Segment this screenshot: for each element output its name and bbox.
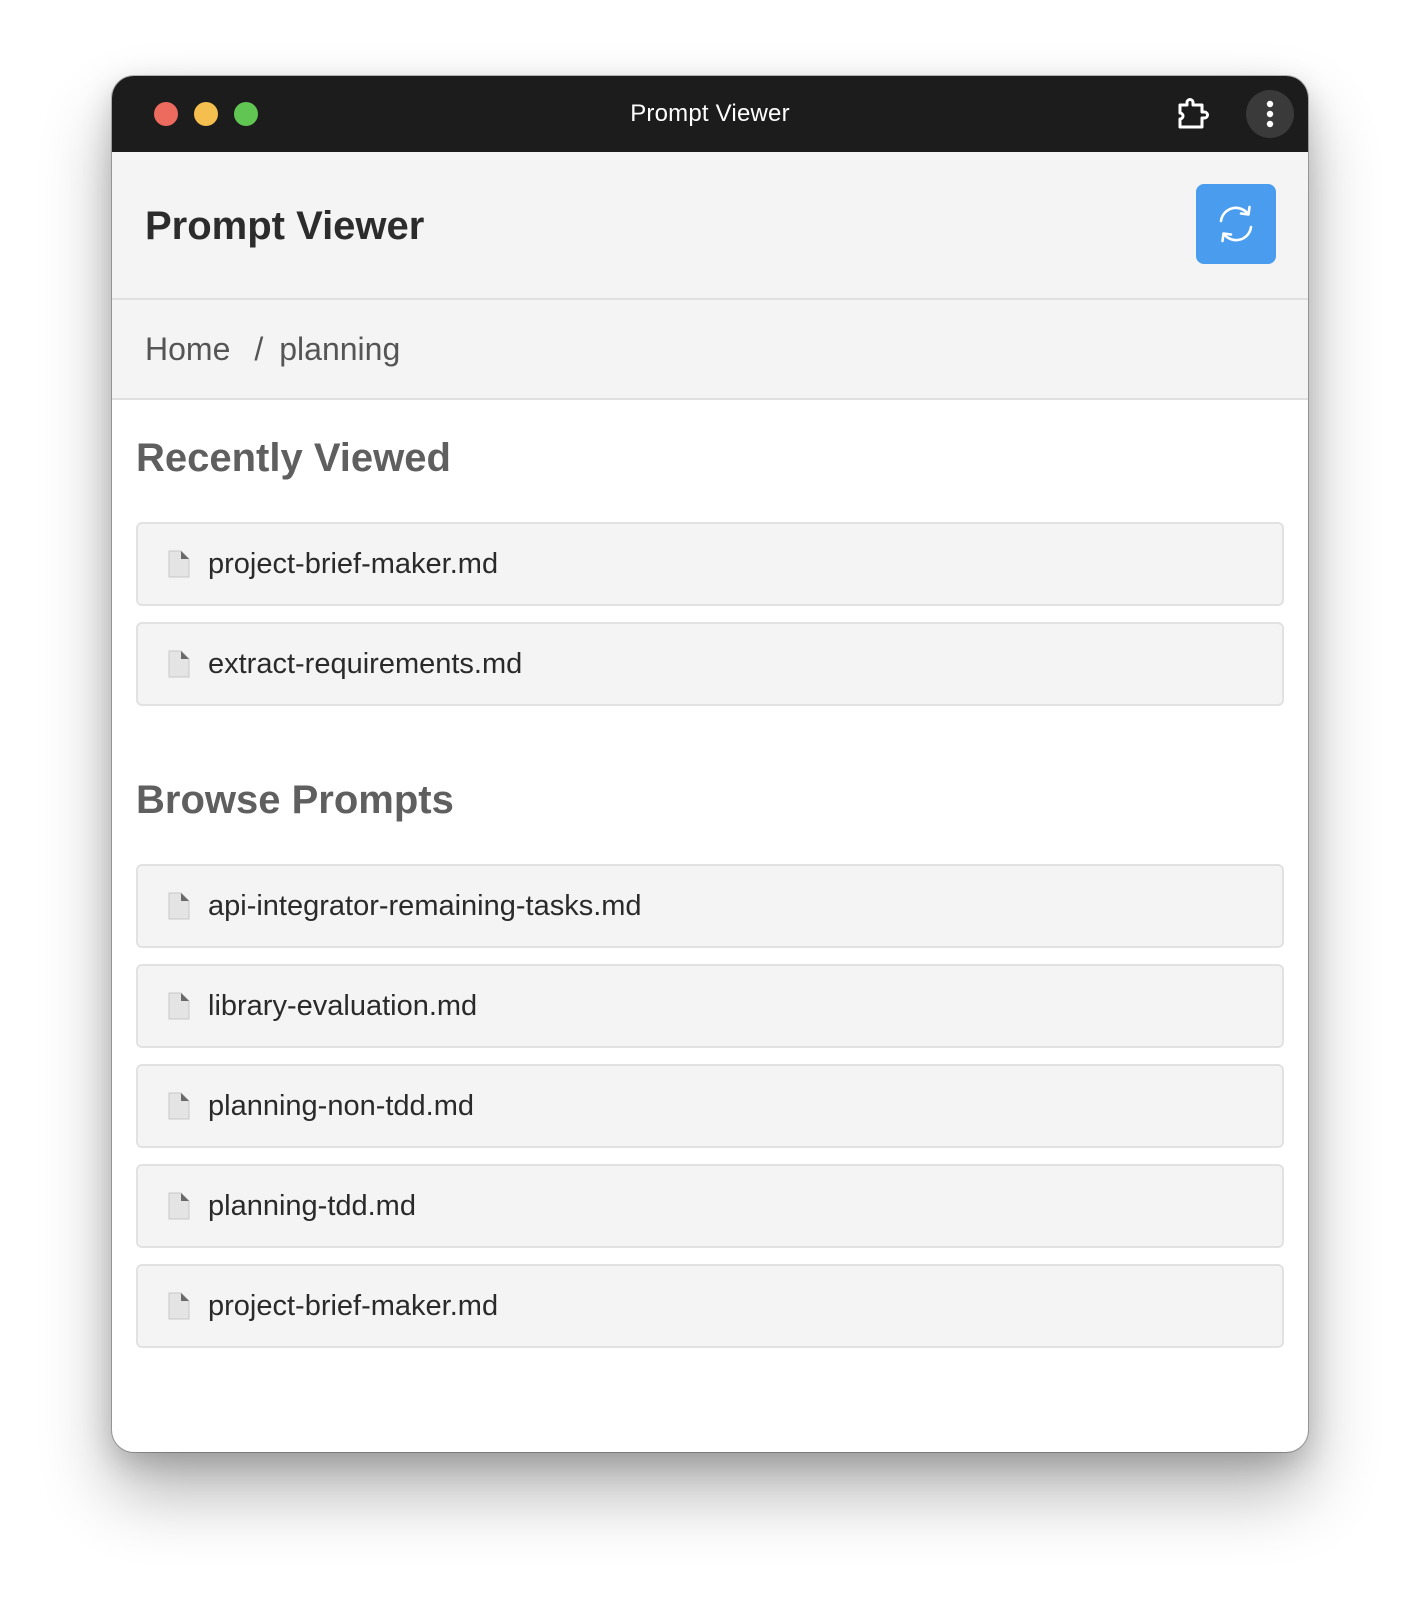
page-title: Prompt Viewer bbox=[145, 204, 425, 248]
file-icon bbox=[166, 649, 192, 679]
app-header: Prompt Viewer bbox=[112, 152, 1308, 300]
title-bar: Prompt Viewer bbox=[112, 76, 1308, 152]
file-icon bbox=[166, 891, 192, 921]
browse-prompts-heading: Browse Prompts bbox=[136, 778, 454, 822]
file-name: planning-non-tdd.md bbox=[208, 1089, 475, 1122]
more-options-button[interactable] bbox=[1246, 90, 1294, 138]
recently-viewed-heading: Recently Viewed bbox=[136, 436, 451, 480]
recently-viewed-section: Recently Viewed project-brief-maker.md e… bbox=[136, 400, 1284, 706]
file-icon bbox=[166, 1291, 192, 1321]
file-icon bbox=[166, 1091, 192, 1121]
file-icon bbox=[166, 1191, 192, 1221]
recent-item[interactable]: project-brief-maker.md bbox=[136, 522, 1284, 606]
browse-prompts-section: Browse Prompts api-integrator-remaining-… bbox=[136, 722, 1284, 1348]
main-content: Recently Viewed project-brief-maker.md e… bbox=[112, 400, 1308, 1348]
refresh-icon bbox=[1219, 205, 1253, 243]
recent-item[interactable]: extract-requirements.md bbox=[136, 622, 1284, 706]
prompt-item[interactable]: planning-tdd.md bbox=[136, 1164, 1284, 1248]
prompt-item[interactable]: project-brief-maker.md bbox=[136, 1264, 1284, 1348]
vertical-dots-icon bbox=[1266, 100, 1274, 128]
file-name: project-brief-maker.md bbox=[208, 547, 499, 580]
file-icon bbox=[166, 991, 192, 1021]
breadcrumb: Home / planning bbox=[112, 300, 1308, 400]
breadcrumb-separator: / bbox=[254, 330, 264, 367]
file-name: extract-requirements.md bbox=[208, 647, 523, 680]
file-name: project-brief-maker.md bbox=[208, 1289, 499, 1322]
app-window: Prompt Viewer Prompt Viewer Home / plann… bbox=[112, 76, 1308, 1452]
breadcrumb-home-link[interactable]: Home bbox=[145, 331, 230, 368]
refresh-button[interactable] bbox=[1196, 184, 1276, 264]
file-icon bbox=[166, 549, 192, 579]
file-name: planning-tdd.md bbox=[208, 1189, 416, 1222]
prompt-item[interactable]: library-evaluation.md bbox=[136, 964, 1284, 1048]
window-title: Prompt Viewer bbox=[630, 100, 790, 127]
extensions-icon[interactable] bbox=[1172, 94, 1212, 134]
file-name: library-evaluation.md bbox=[208, 989, 478, 1022]
prompt-item[interactable]: planning-non-tdd.md bbox=[136, 1064, 1284, 1148]
file-name: api-integrator-remaining-tasks.md bbox=[208, 889, 642, 922]
prompt-item[interactable]: api-integrator-remaining-tasks.md bbox=[136, 864, 1284, 948]
breadcrumb-current: planning bbox=[279, 330, 401, 367]
